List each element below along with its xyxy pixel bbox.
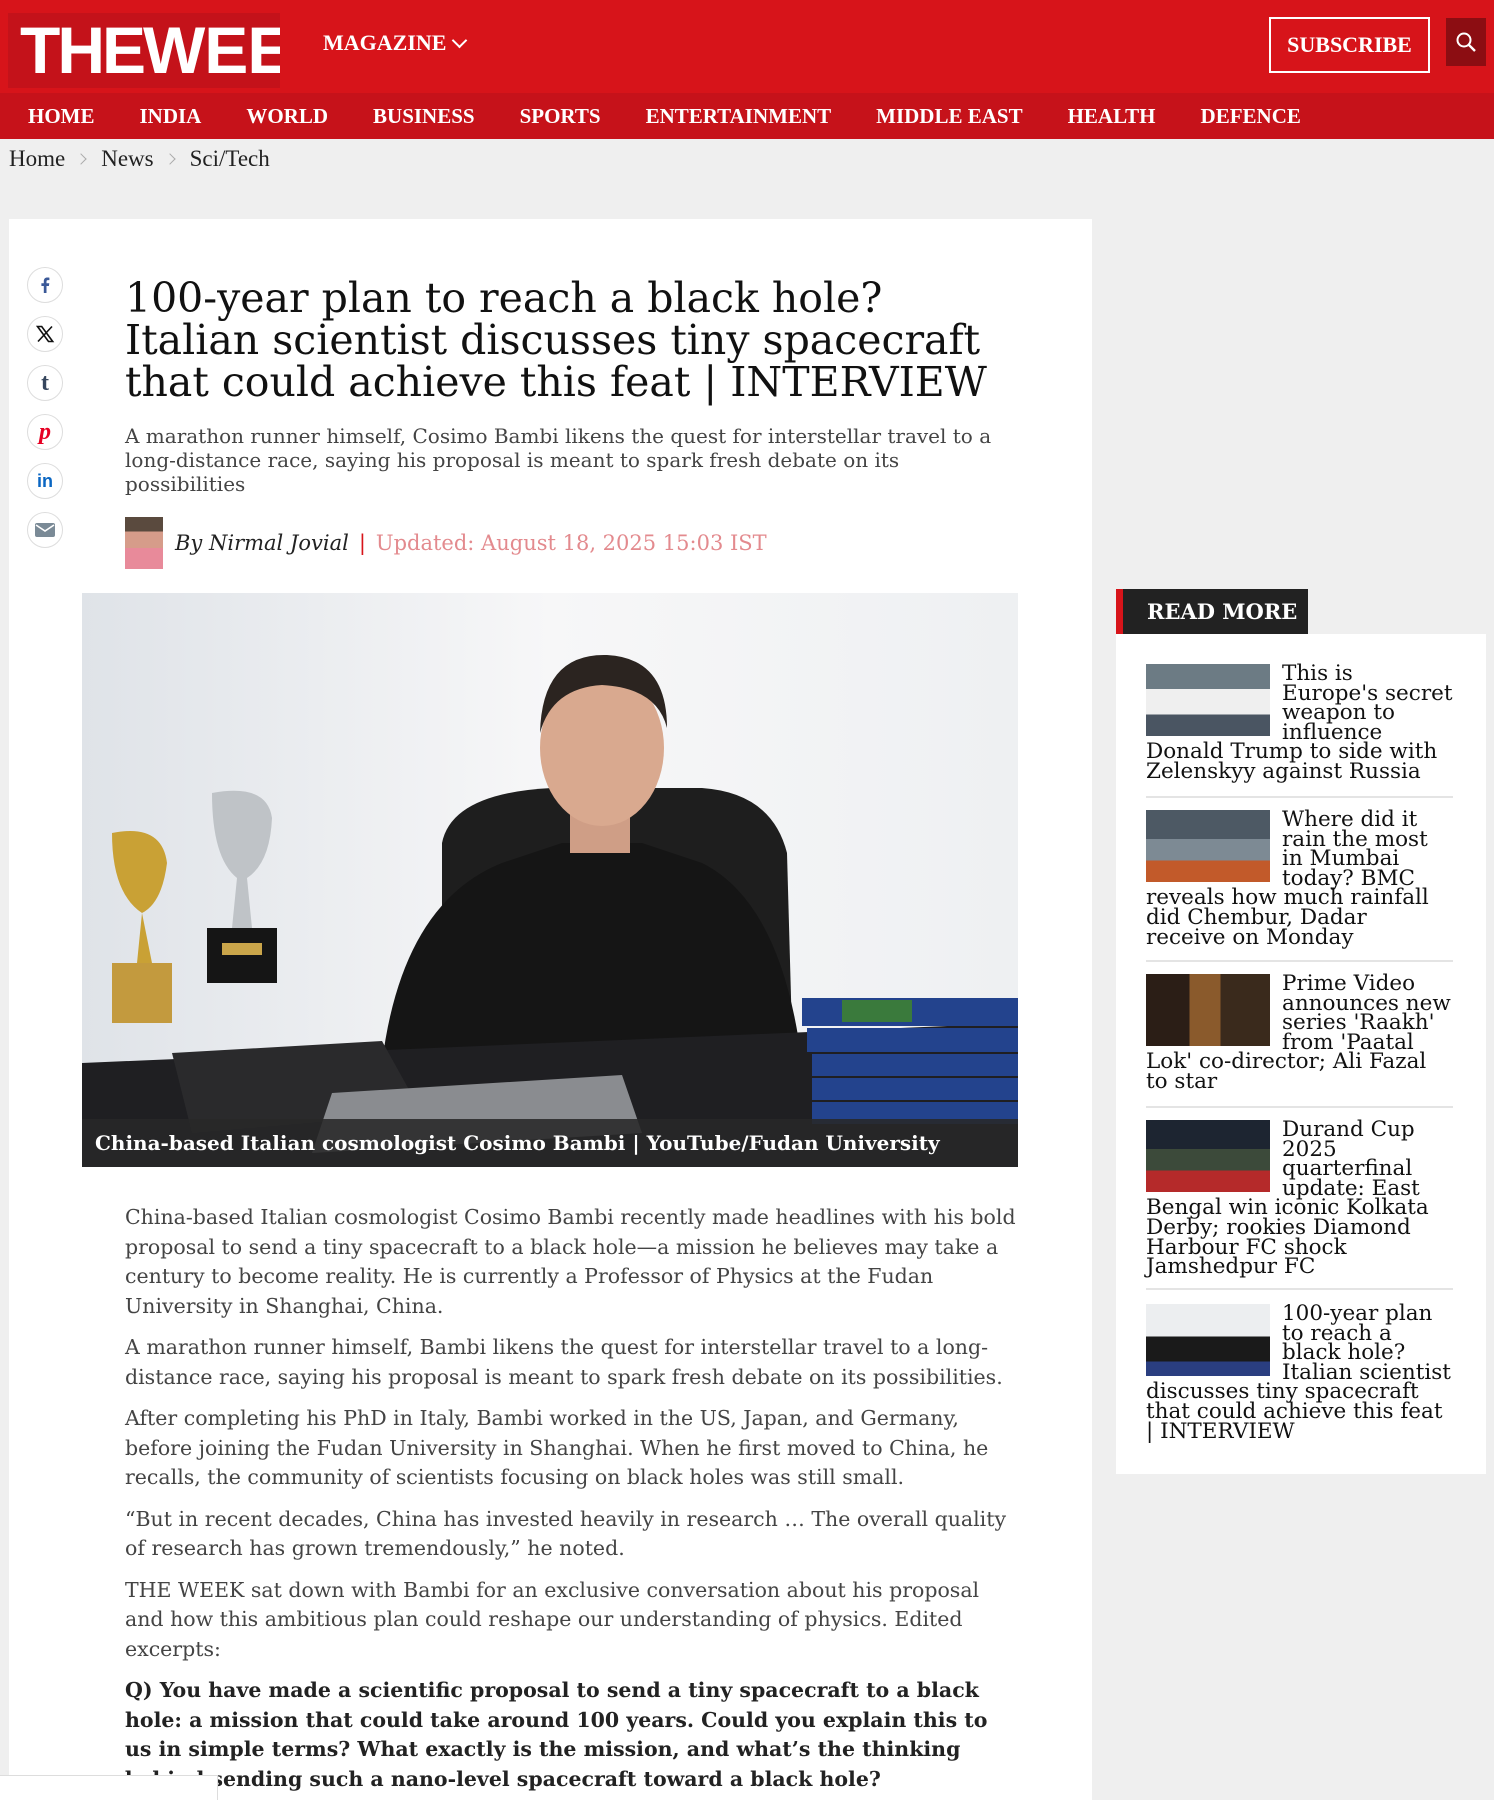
article-paragraph: After completing his PhD in Italy, Bambi… — [125, 1406, 989, 1489]
article-standfirst: A marathon runner himself, Cosimo Bambi … — [125, 424, 992, 496]
read-more-item[interactable]: Durand Cup 2025 quarterfinal update: Eas… — [1146, 1119, 1453, 1290]
nav-item-sports[interactable]: SPORTS — [520, 104, 601, 129]
pinterest-share-button[interactable]: p — [27, 414, 63, 450]
interview-question: Q) You have made a scientific proposal t… — [125, 1678, 988, 1791]
byline-divider: | — [358, 531, 366, 555]
logo-the-text: THE — [20, 13, 146, 87]
chevron-down-icon — [452, 32, 468, 48]
read-more-item[interactable]: Prime Video announces new series 'Raakh'… — [1146, 973, 1453, 1108]
tumblr-share-button[interactable]: t — [27, 365, 63, 401]
search-icon — [1456, 32, 1476, 52]
section-nav: HOME INDIA WORLD BUSINESS SPORTS ENTERTA… — [0, 93, 1494, 139]
nav-item-world[interactable]: WORLD — [246, 104, 328, 129]
nav-item-india[interactable]: INDIA — [140, 104, 202, 129]
nav-item-health[interactable]: HEALTH — [1068, 104, 1156, 129]
subscribe-button[interactable]: SUBSCRIBE — [1269, 17, 1430, 73]
byline: By Nirmal Jovial | Updated: August 18, 2… — [125, 517, 767, 569]
tumblr-icon: t — [41, 369, 49, 396]
read-more-item[interactable]: Where did it rain the most in Mumbai tod… — [1146, 809, 1453, 962]
facebook-icon — [41, 277, 50, 293]
magazine-menu[interactable]: MAGAZINE — [323, 30, 468, 56]
read-more-thumbnail — [1146, 1304, 1270, 1376]
nav-item-home[interactable]: HOME — [28, 104, 95, 129]
site-logo[interactable]: THEWEEK — [8, 13, 280, 88]
facebook-share-button[interactable] — [27, 267, 63, 303]
read-more-thumbnail — [1146, 974, 1270, 1046]
read-more-heading: READ MORE — [1116, 589, 1308, 634]
chevron-right-icon — [75, 153, 87, 165]
read-more-item[interactable]: 100-year plan to reach a black hole? Ita… — [1146, 1303, 1453, 1442]
linkedin-icon: in — [37, 470, 53, 491]
read-more-thumbnail — [1146, 1120, 1270, 1192]
read-more-thumbnail — [1146, 664, 1270, 736]
breadcrumb-scitech[interactable]: Sci/Tech — [190, 146, 270, 172]
search-button[interactable] — [1446, 18, 1486, 66]
site-header: THEWEEK MAGAZINE SUBSCRIBE — [0, 0, 1494, 93]
logo-week-text: WEEK — [143, 13, 280, 87]
article-paragraph: A marathon runner himself, Bambi likens … — [125, 1335, 1003, 1389]
article-paragraph: “But in recent decades, China has invest… — [125, 1506, 1007, 1561]
pinterest-icon: p — [39, 418, 51, 445]
nav-item-middle-east[interactable]: MIDDLE EAST — [876, 104, 1022, 129]
nav-item-business[interactable]: BUSINESS — [373, 104, 475, 129]
read-more-panel: This is Europe's secret weapon to influe… — [1116, 634, 1486, 1474]
read-more-thumbnail — [1146, 810, 1270, 882]
email-icon — [35, 523, 55, 537]
email-share-button[interactable] — [27, 512, 63, 548]
breadcrumb-news[interactable]: News — [101, 146, 153, 172]
image-caption: China-based Italian cosmologist Cosimo B… — [82, 1119, 1018, 1167]
article-headline: 100-year plan to reach a black hole? Ita… — [125, 274, 987, 406]
chevron-right-icon — [163, 153, 176, 165]
x-icon — [35, 325, 55, 343]
linkedin-share-button[interactable]: in — [27, 463, 63, 499]
author-avatar[interactable] — [125, 517, 163, 569]
corner-overlay-box[interactable] — [0, 1775, 218, 1800]
author-name[interactable]: By Nirmal Jovial — [175, 531, 349, 555]
breadcrumb-home[interactable]: Home — [9, 146, 65, 172]
updated-timestamp: Updated: August 18, 2025 15:03 IST — [375, 531, 767, 555]
nav-item-entertainment[interactable]: ENTERTAINMENT — [646, 104, 832, 129]
breadcrumb: Home News Sci/Tech — [9, 146, 270, 172]
nav-item-defence[interactable]: DEFENCE — [1201, 104, 1301, 129]
hero-photo-illustration — [82, 593, 1018, 1167]
read-more-item[interactable]: This is Europe's secret weapon to influe… — [1146, 663, 1453, 798]
article-paragraph: THE WEEK sat down with Bambi for an excl… — [125, 1577, 980, 1661]
article-hero-image[interactable] — [82, 593, 1018, 1167]
x-share-button[interactable] — [27, 316, 63, 352]
article-body: China-based Italian cosmologist Cosimo B… — [125, 1203, 1020, 1800]
article-paragraph: China-based Italian cosmologist Cosimo B… — [125, 1205, 1016, 1318]
magazine-label: MAGAZINE — [323, 30, 447, 55]
